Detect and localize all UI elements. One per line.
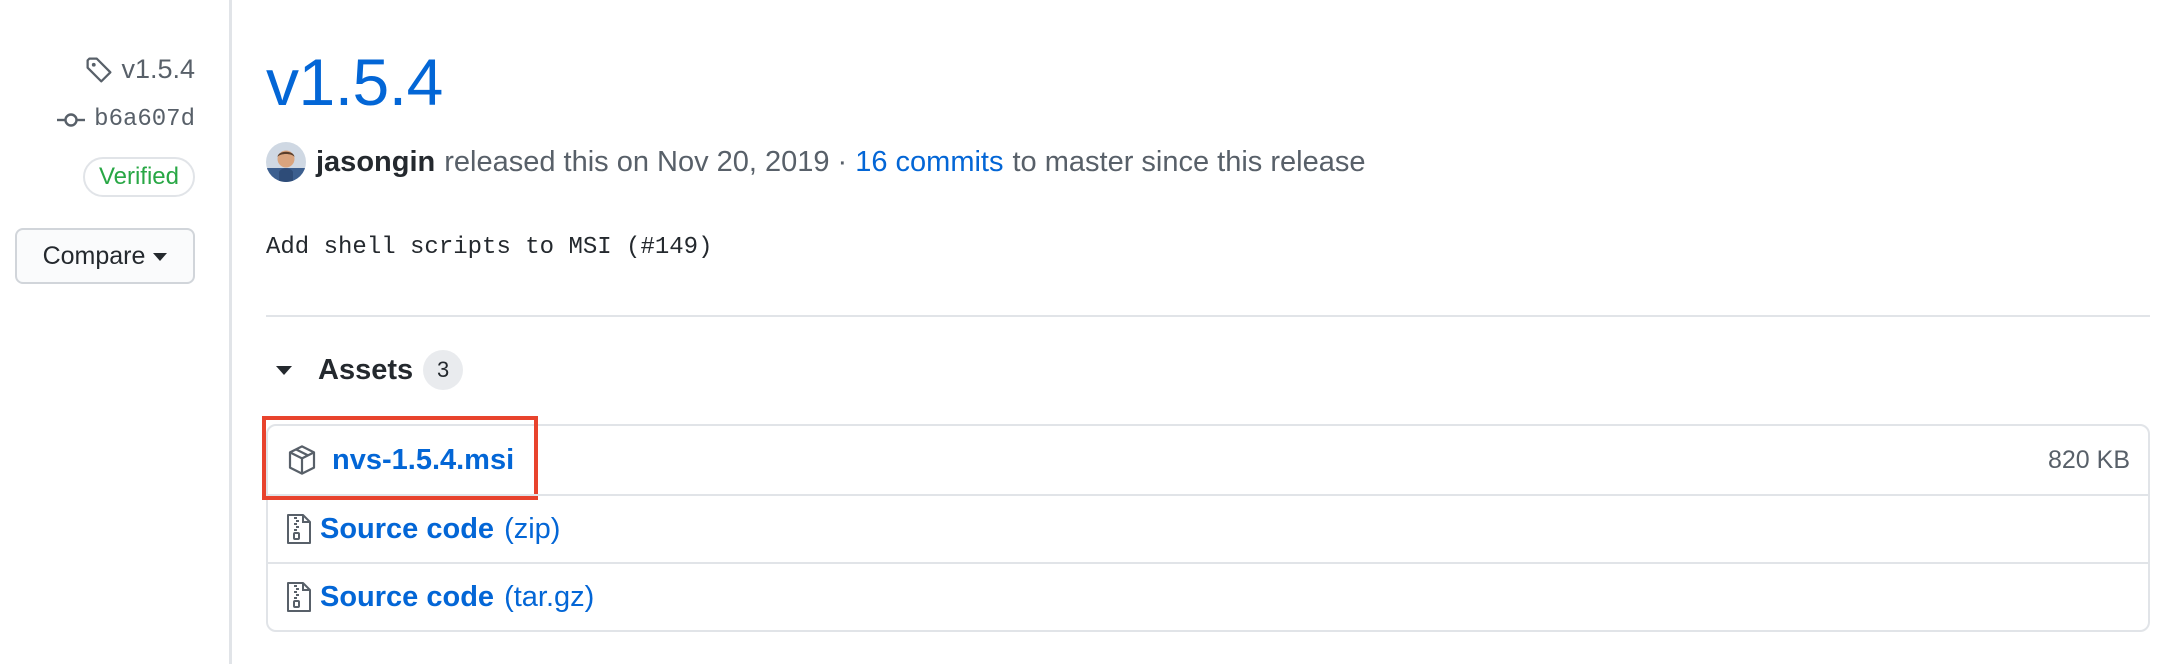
file-zip-icon — [286, 581, 312, 613]
assets-list: nvs-1.5.4.msi 820 KB Source code (zip) S… — [262, 416, 2150, 632]
asset-row: Source code (tar.gz) — [268, 562, 2148, 630]
release-page: v1.5.4 b6a607d Verified Compare v1.5.4 j… — [0, 0, 2182, 664]
commits-suffix: to master since this release — [1012, 145, 1366, 178]
asset-link[interactable]: Source code — [320, 581, 494, 614]
git-commit-icon — [56, 110, 86, 130]
commits-link[interactable]: 16 commits — [855, 146, 1003, 179]
verified-badge[interactable]: Verified — [82, 157, 195, 197]
release-title[interactable]: v1.5.4 — [266, 44, 443, 120]
asset-link[interactable]: nvs-1.5.4.msi — [332, 444, 514, 477]
package-icon — [286, 444, 318, 476]
asset-format[interactable]: (tar.gz) — [504, 581, 594, 614]
assets-count-badge: 3 — [423, 350, 464, 390]
divider — [266, 315, 2150, 317]
file-zip-icon — [286, 513, 312, 545]
asset-row: Source code (zip) — [268, 494, 2148, 562]
author-link[interactable]: jasongin — [316, 146, 435, 179]
tag-icon — [85, 56, 113, 84]
commit-link[interactable]: b6a607d — [56, 106, 195, 133]
byline-separator: · — [837, 145, 848, 178]
released-text: released this on Nov 20, 2019 — [444, 145, 830, 178]
release-byline: jasongin released this on Nov 20, 2019 ·… — [266, 142, 1365, 182]
release-meta-sidebar: v1.5.4 b6a607d Verified Compare — [0, 0, 232, 664]
triangle-down-icon — [276, 365, 292, 375]
asset-size: 820 KB — [2047, 445, 2130, 474]
commit-sha: b6a607d — [94, 106, 195, 133]
asset-format[interactable]: (zip) — [504, 513, 560, 546]
asset-row: nvs-1.5.4.msi 820 KB — [262, 416, 2148, 500]
assets-title: Assets — [318, 353, 414, 386]
tag-label: v1.5.4 — [121, 54, 195, 84]
assets-toggle[interactable]: Assets 3 — [266, 350, 464, 390]
release-notes: Add shell scripts to MSI (#149) — [266, 234, 713, 261]
compare-button[interactable]: Compare — [15, 228, 195, 284]
compare-label: Compare — [42, 241, 146, 270]
caret-down-icon — [153, 253, 168, 261]
author-avatar[interactable] — [266, 142, 306, 182]
asset-link[interactable]: Source code — [320, 513, 494, 546]
tag-link[interactable]: v1.5.4 — [85, 54, 195, 85]
